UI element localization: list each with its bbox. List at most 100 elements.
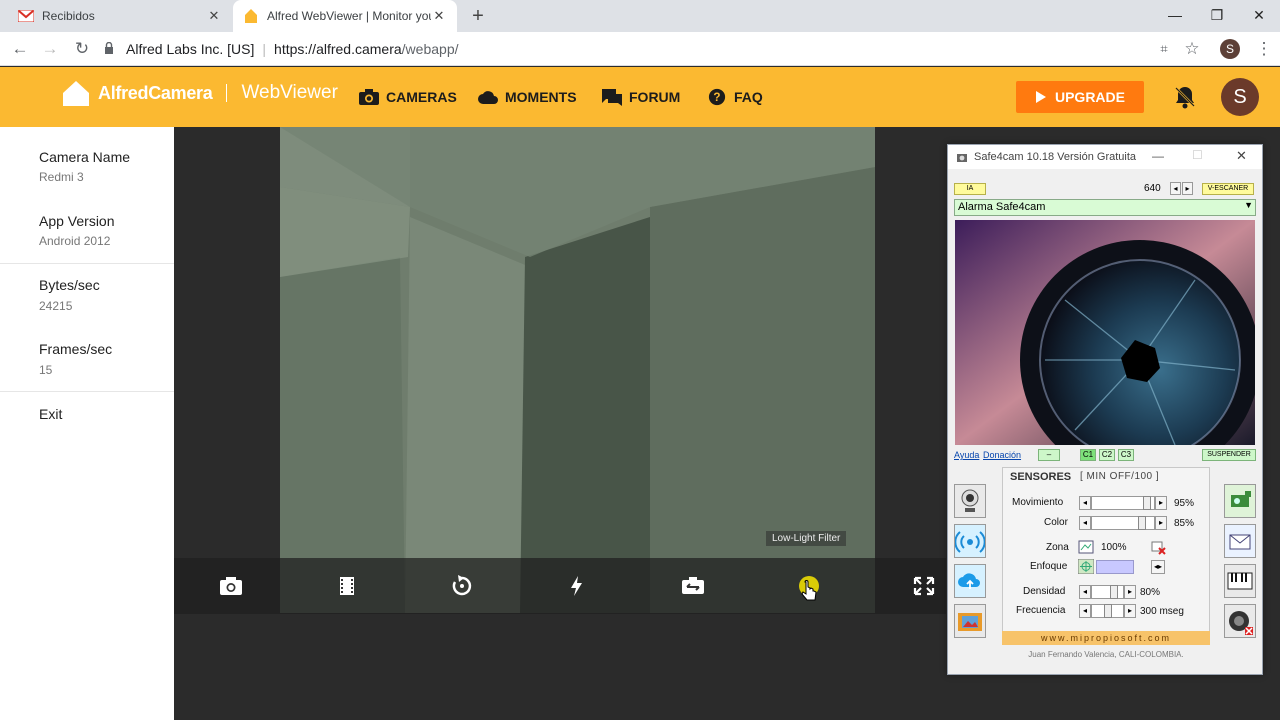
densidad-value: 80%: [1140, 587, 1161, 598]
nav-forum[interactable]: FORUM: [601, 88, 680, 106]
rotate-icon[interactable]: [449, 574, 475, 598]
maximize-icon[interactable]: ❐: [1202, 4, 1232, 26]
movimiento-slider[interactable]: [1091, 496, 1155, 510]
folder-image-icon[interactable]: [954, 604, 986, 638]
cloud-upload-icon[interactable]: [954, 564, 986, 598]
safe4cam-window: Safe4cam 10.18 Versión Gratuita — ☐ ✕ IA…: [947, 144, 1263, 675]
c1-button[interactable]: C1: [1080, 449, 1096, 461]
tab-strip: Recibidos ✕ Alfred WebViewer | Monitor y…: [0, 0, 1280, 32]
upgrade-button[interactable]: UPGRADE: [1016, 81, 1144, 113]
densidad-slider[interactable]: [1091, 585, 1124, 599]
zona-label: Zona: [1046, 542, 1069, 553]
frames-sec-label: Frames/sec: [39, 341, 113, 357]
reload-icon[interactable]: ↻: [70, 38, 94, 60]
bytes-sec-value: 24215: [39, 299, 73, 313]
frecuencia-value: 300 mseg: [1140, 606, 1184, 617]
new-tab-icon[interactable]: +: [466, 5, 490, 27]
window-close-icon[interactable]: ✕: [1244, 4, 1274, 26]
back-icon[interactable]: ←: [8, 38, 32, 60]
frecuencia-right-arrow[interactable]: ▸: [1124, 604, 1136, 618]
motion-camera-icon[interactable]: [1224, 484, 1256, 518]
enfoque-color-box[interactable]: [1096, 560, 1134, 574]
res-left-arrow[interactable]: ◂: [1170, 182, 1181, 195]
movimiento-left-arrow[interactable]: ◂: [1079, 496, 1091, 510]
color-slider[interactable]: [1091, 516, 1155, 530]
c3-button[interactable]: C3: [1118, 449, 1134, 461]
address-bar-row: ← → ↻ Alfred Labs Inc. [US] | https://al…: [0, 32, 1280, 66]
s4c-minimize-icon[interactable]: —: [1152, 149, 1164, 163]
wireless-icon[interactable]: [954, 524, 986, 558]
minus-button[interactable]: –: [1038, 449, 1060, 461]
website-banner[interactable]: www.mipropiosoft.com: [1002, 631, 1210, 645]
camera-name-label: Camera Name: [39, 149, 131, 165]
frecuencia-left-arrow[interactable]: ◂: [1079, 604, 1091, 618]
alfred-logo[interactable]: AlfredCamera WebViewer: [62, 80, 338, 106]
webcam-icon[interactable]: [954, 484, 986, 518]
profile-avatar[interactable]: S: [1220, 39, 1240, 59]
url-field[interactable]: Alfred Labs Inc. [US] | https://alfred.c…: [104, 36, 1212, 62]
switch-camera-icon[interactable]: [680, 574, 706, 598]
snapshot-icon[interactable]: [218, 574, 244, 598]
notifications-off-icon[interactable]: [1172, 84, 1198, 110]
divider: [0, 263, 174, 264]
suspender-button[interactable]: SUSPENDER: [1202, 449, 1256, 461]
s4c-maximize-icon[interactable]: ☐: [1192, 148, 1203, 162]
menu-dots-icon[interactable]: ⋮: [1252, 38, 1276, 60]
color-left-arrow[interactable]: ◂: [1079, 516, 1091, 530]
res-right-arrow[interactable]: ▸: [1182, 182, 1193, 195]
divider: [0, 391, 174, 392]
alfred-favicon-icon: [243, 8, 259, 24]
forward-icon[interactable]: →: [38, 38, 62, 60]
bookmark-star-icon[interactable]: ☆: [1180, 38, 1204, 60]
fullscreen-icon[interactable]: [911, 574, 937, 598]
v-escaner-button[interactable]: V-ESCANER: [1202, 183, 1254, 195]
movimiento-right-arrow[interactable]: ▸: [1155, 496, 1167, 510]
flash-icon[interactable]: [564, 574, 590, 598]
nav-moments[interactable]: MOMENTS: [477, 88, 577, 106]
c2-button[interactable]: C2: [1099, 449, 1115, 461]
app-version-value: Android 2012: [39, 234, 111, 248]
sensores-panel: [1002, 467, 1210, 645]
user-avatar[interactable]: S: [1221, 78, 1259, 116]
color-value: 85%: [1174, 518, 1195, 529]
frecuencia-slider[interactable]: [1091, 604, 1124, 618]
record-icon[interactable]: [334, 574, 360, 598]
house-icon: [63, 81, 89, 106]
enfoque-toggle[interactable]: ◂▸: [1151, 560, 1165, 574]
piano-icon[interactable]: [1224, 564, 1256, 598]
densidad-left-arrow[interactable]: ◂: [1079, 585, 1091, 599]
email-icon[interactable]: [1224, 524, 1256, 558]
nav-faq[interactable]: ? FAQ: [706, 88, 763, 106]
speaker-muted-icon[interactable]: [1224, 604, 1256, 638]
logo-divider: [226, 84, 228, 102]
zona-icon[interactable]: [1078, 540, 1094, 554]
nav-cameras[interactable]: CAMERAS: [358, 88, 457, 106]
minimize-icon[interactable]: —: [1160, 4, 1190, 26]
exit-link[interactable]: Exit: [39, 406, 62, 422]
tab-gmail[interactable]: Recibidos ✕: [8, 0, 232, 32]
ia-button[interactable]: IA: [954, 183, 986, 195]
slider-thumb[interactable]: [1138, 516, 1146, 530]
alarm-select[interactable]: Alarma Safe4cam ▼: [954, 199, 1256, 216]
zona-clear-icon[interactable]: [1151, 541, 1167, 555]
tab-alfred[interactable]: Alfred WebViewer | Monitor your ✕: [233, 0, 457, 32]
slider-thumb[interactable]: [1104, 604, 1112, 618]
enfoque-target-icon[interactable]: [1078, 559, 1094, 574]
low-light-tooltip: Low-Light Filter: [766, 531, 847, 546]
ayuda-link[interactable]: Ayuda: [954, 450, 979, 460]
close-tab-icon[interactable]: ✕: [431, 8, 447, 24]
product-name: WebViewer: [241, 82, 338, 103]
slider-thumb[interactable]: [1110, 585, 1118, 599]
translate-icon[interactable]: ⌗: [1152, 38, 1176, 60]
nav-label: CAMERAS: [386, 89, 457, 105]
safe4cam-title: Safe4cam 10.18 Versión Gratuita: [974, 151, 1137, 163]
slider-thumb[interactable]: [1143, 496, 1151, 510]
color-right-arrow[interactable]: ▸: [1155, 516, 1167, 530]
donacion-link[interactable]: Donación: [983, 450, 1021, 460]
close-tab-icon[interactable]: ✕: [206, 8, 222, 24]
s4c-close-icon[interactable]: ✕: [1236, 148, 1247, 164]
zona-value: 100%: [1101, 542, 1127, 553]
nav-label: FORUM: [629, 89, 681, 105]
densidad-right-arrow[interactable]: ▸: [1124, 585, 1136, 599]
frames-sec-value: 15: [39, 363, 53, 377]
